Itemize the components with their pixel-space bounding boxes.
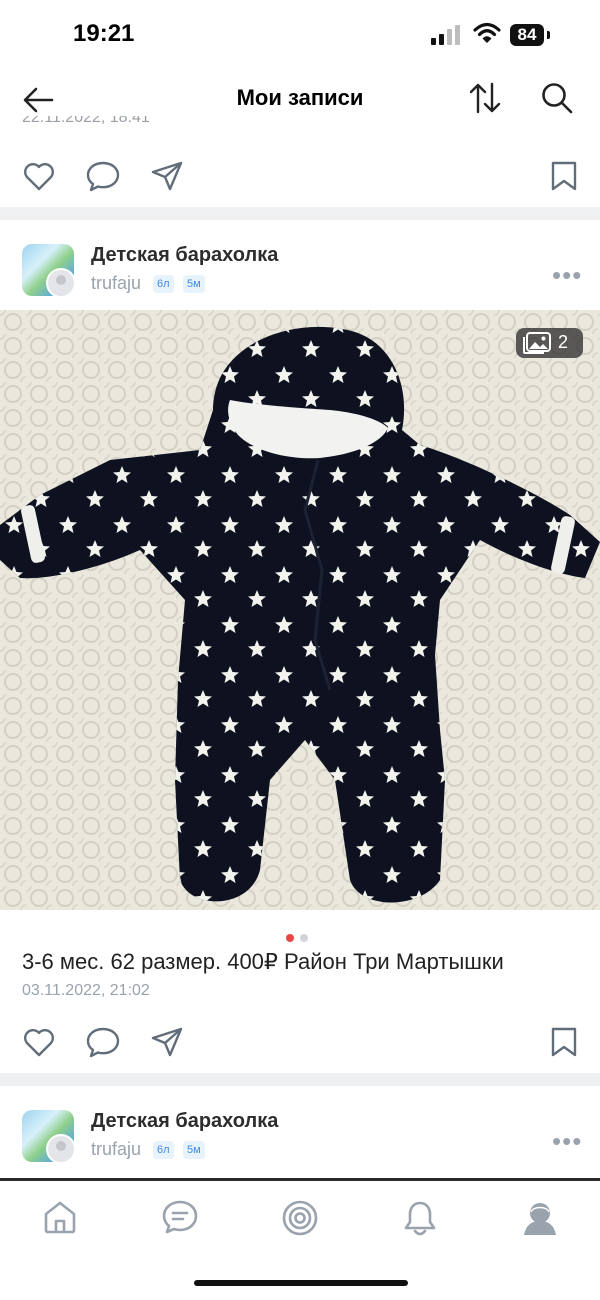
age-badge: 5м xyxy=(183,1141,205,1159)
post-text: 3-6 мес. 62 размер. 400₽ Район Три Марты… xyxy=(22,949,504,974)
post-separator xyxy=(0,207,600,220)
photo-count-badge: 2 xyxy=(516,328,583,358)
notifications-icon[interactable] xyxy=(403,1199,437,1237)
user-avatar xyxy=(46,268,76,298)
photo-count: 2 xyxy=(558,332,569,352)
like-icon[interactable] xyxy=(22,160,56,192)
more-icon[interactable]: ••• xyxy=(552,1126,582,1157)
page-title: Мои записи xyxy=(236,85,364,110)
carousel-dot[interactable] xyxy=(300,934,308,942)
comment-icon[interactable] xyxy=(85,160,121,192)
wifi-icon xyxy=(473,22,501,43)
home-indicator xyxy=(194,1280,408,1286)
messages-icon[interactable] xyxy=(161,1199,199,1235)
user-avatar xyxy=(46,1134,76,1164)
status-bar: 19:21 84 xyxy=(0,0,600,70)
group-name[interactable]: Детская барахолка xyxy=(91,1110,278,1133)
previous-post-date-text: 22.11.2022, 18:41 xyxy=(22,116,150,126)
post-actions xyxy=(0,1020,600,1064)
gallery-icon xyxy=(523,332,551,354)
battery-level: 84 xyxy=(517,25,537,44)
post-separator xyxy=(0,1073,600,1086)
post-actions xyxy=(0,154,600,198)
bookmark-icon[interactable] xyxy=(550,160,578,192)
post-header: Детская барахолка trufaju 6л 5м ••• xyxy=(0,244,600,314)
carousel-dot-active[interactable] xyxy=(286,934,294,942)
post-author[interactable]: trufaju xyxy=(91,273,141,294)
cellular-signal-icon xyxy=(431,25,460,45)
bookmark-icon[interactable] xyxy=(550,1026,578,1058)
share-icon[interactable] xyxy=(150,160,184,192)
comment-icon[interactable] xyxy=(85,1026,121,1058)
search-icon[interactable] xyxy=(540,81,574,115)
sort-icon[interactable] xyxy=(468,82,502,114)
post-author[interactable]: trufaju xyxy=(91,1139,141,1160)
battery-nub xyxy=(547,31,550,39)
share-icon[interactable] xyxy=(150,1026,184,1058)
post-header: Детская барахолка trufaju 6л 5м ••• xyxy=(0,1110,600,1180)
post-photo[interactable] xyxy=(0,310,600,910)
status-time: 19:21 xyxy=(73,20,135,47)
profile-icon[interactable] xyxy=(521,1199,559,1237)
age-badge: 6л xyxy=(153,275,174,293)
age-badge: 6л xyxy=(153,1141,174,1159)
age-badge: 5м xyxy=(183,275,205,293)
battery-indicator: 84 xyxy=(510,24,544,46)
clips-icon[interactable] xyxy=(281,1199,319,1237)
snowsuit-illustration xyxy=(0,310,600,910)
previous-post-date: 22.11.2022, 18:41 xyxy=(22,116,150,130)
more-icon[interactable]: ••• xyxy=(552,260,582,291)
post-date: 03.11.2022, 21:02 xyxy=(22,982,150,999)
carousel-indicator xyxy=(286,929,314,947)
group-name[interactable]: Детская барахолка xyxy=(91,244,278,267)
home-icon[interactable] xyxy=(42,1199,78,1235)
like-icon[interactable] xyxy=(22,1026,56,1058)
